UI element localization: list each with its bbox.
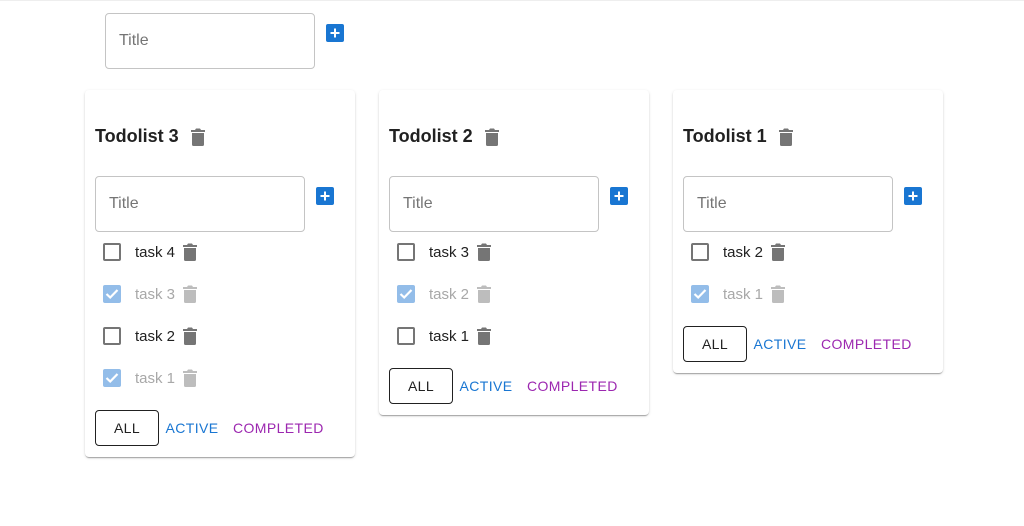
trash-icon: [771, 243, 786, 261]
delete-task-button[interactable]: [771, 243, 786, 261]
add-task-button[interactable]: [316, 187, 334, 205]
delete-task-button[interactable]: [771, 285, 786, 303]
task-checkbox[interactable]: [103, 327, 121, 345]
filter-active-button[interactable]: ACTIVE: [166, 410, 219, 446]
filter-all-button[interactable]: ALL: [683, 326, 747, 362]
plus-icon: [614, 191, 624, 201]
plus-icon: [330, 28, 340, 38]
task-label: task 1: [135, 369, 176, 387]
new-task-title-field[interactable]: [389, 176, 599, 232]
task-label: task 3: [429, 243, 470, 261]
trash-icon: [183, 285, 198, 303]
task-label: task 1: [723, 285, 764, 303]
delete-task-button[interactable]: [183, 243, 198, 261]
task-item: task 3: [397, 238, 492, 266]
new-task-title-field[interactable]: [683, 176, 893, 232]
new-task-title-input[interactable]: [390, 177, 598, 231]
todolist-title: Todolist 3: [95, 126, 205, 147]
new-list-title-field[interactable]: [105, 13, 315, 69]
todolist-card: Todolist 1 task 2 task 1 ALL ACTIVE COMP…: [673, 90, 943, 373]
task-checkbox[interactable]: [103, 369, 121, 387]
trash-icon: [183, 327, 198, 345]
task-item: task 1: [691, 280, 786, 308]
new-task-title-input[interactable]: [684, 177, 892, 231]
trash-icon: [477, 243, 492, 261]
filter-buttons: ALL ACTIVE COMPLETED: [683, 326, 912, 362]
new-task-title-field[interactable]: [95, 176, 305, 232]
filter-buttons: ALL ACTIVE COMPLETED: [389, 368, 618, 404]
filter-all-button[interactable]: ALL: [95, 410, 159, 446]
checkmark-icon: [693, 289, 707, 300]
task-item: task 2: [103, 322, 198, 350]
new-list-title-input[interactable]: [106, 14, 314, 68]
task-item: task 2: [397, 280, 492, 308]
trash-icon: [477, 327, 492, 345]
todolist-title: Todolist 1: [683, 126, 793, 147]
todolist-title-text: Todolist 3: [95, 126, 179, 146]
task-checkbox[interactable]: [103, 285, 121, 303]
filter-active-button[interactable]: ACTIVE: [460, 368, 513, 404]
add-task-button[interactable]: [610, 187, 628, 205]
filter-buttons: ALL ACTIVE COMPLETED: [95, 410, 324, 446]
trash-icon: [183, 243, 198, 261]
filter-completed-button[interactable]: COMPLETED: [821, 326, 912, 362]
filter-all-button[interactable]: ALL: [389, 368, 453, 404]
delete-list-button[interactable]: [778, 128, 793, 146]
delete-list-button[interactable]: [484, 128, 499, 146]
task-label: task 2: [723, 243, 764, 261]
trash-icon: [778, 128, 793, 146]
task-item: task 1: [397, 322, 492, 350]
new-task-title-input[interactable]: [96, 177, 304, 231]
task-checkbox[interactable]: [397, 285, 415, 303]
todolist-card: Todolist 3 task 4 task 3 task 2: [85, 90, 355, 457]
task-item: task 1: [103, 364, 198, 392]
add-list-button[interactable]: [326, 24, 344, 42]
task-label: task 4: [135, 243, 176, 261]
delete-task-button[interactable]: [183, 285, 198, 303]
filter-active-button[interactable]: ACTIVE: [754, 326, 807, 362]
todolist-card: Todolist 2 task 3 task 2 task 1 ALL A: [379, 90, 649, 415]
task-checkbox[interactable]: [691, 243, 709, 261]
task-item: task 2: [691, 238, 786, 266]
delete-list-button[interactable]: [190, 128, 205, 146]
task-label: task 3: [135, 285, 176, 303]
task-label: task 2: [429, 285, 470, 303]
task-item: task 4: [103, 238, 198, 266]
task-checkbox[interactable]: [397, 243, 415, 261]
task-checkbox[interactable]: [103, 243, 121, 261]
plus-icon: [908, 191, 918, 201]
filter-completed-button[interactable]: COMPLETED: [233, 410, 324, 446]
task-label: task 1: [429, 327, 470, 345]
task-label: task 2: [135, 327, 176, 345]
top-divider: [0, 0, 1024, 1]
trash-icon: [484, 128, 499, 146]
delete-task-button[interactable]: [183, 327, 198, 345]
delete-task-button[interactable]: [477, 327, 492, 345]
checkmark-icon: [105, 373, 119, 384]
task-item: task 3: [103, 280, 198, 308]
delete-task-button[interactable]: [477, 285, 492, 303]
filter-completed-button[interactable]: COMPLETED: [527, 368, 618, 404]
delete-task-button[interactable]: [477, 243, 492, 261]
trash-icon: [190, 128, 205, 146]
checkmark-icon: [105, 289, 119, 300]
todolist-title: Todolist 2: [389, 126, 499, 147]
delete-task-button[interactable]: [183, 369, 198, 387]
plus-icon: [320, 191, 330, 201]
todolist-title-text: Todolist 1: [683, 126, 767, 146]
todolist-title-text: Todolist 2: [389, 126, 473, 146]
trash-icon: [183, 369, 198, 387]
trash-icon: [771, 285, 786, 303]
task-checkbox[interactable]: [691, 285, 709, 303]
task-checkbox[interactable]: [397, 327, 415, 345]
trash-icon: [477, 285, 492, 303]
add-task-button[interactable]: [904, 187, 922, 205]
checkmark-icon: [399, 289, 413, 300]
